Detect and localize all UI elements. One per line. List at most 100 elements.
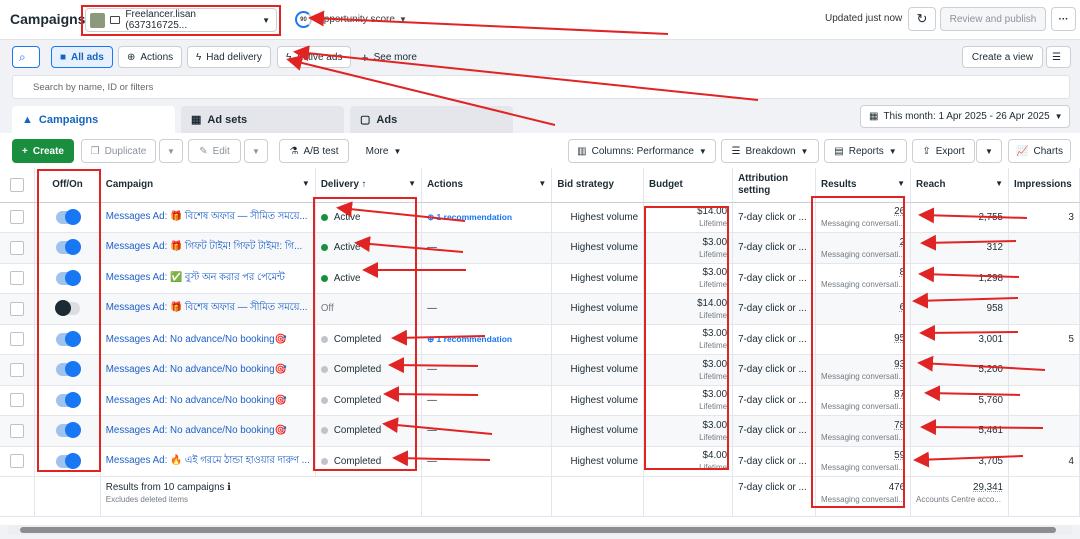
bid-strategy: Highest volume — [551, 415, 645, 447]
col-reach[interactable]: Reach ▼ — [910, 168, 1009, 203]
scrollbar-thumb[interactable] — [20, 527, 1056, 533]
summary-sub: Excludes deleted items — [105, 495, 189, 504]
tab-campaigns[interactable]: ▲ Campaigns — [12, 106, 175, 133]
edit-button[interactable]: ✎ Edit — [188, 139, 241, 163]
select-all-checkbox[interactable] — [10, 177, 25, 192]
table-row[interactable]: Messages Ad: No advance/No booking🎯 Compl… — [0, 385, 1080, 416]
delivery-status: Active — [333, 242, 361, 254]
search-input[interactable]: Search by name, ID or filters — [12, 75, 1070, 99]
review-publish-button[interactable]: Review and publish — [940, 7, 1046, 31]
table-row[interactable]: Messages Ad: No advance/No booking🎯 Compl… — [0, 415, 1080, 447]
row-checkbox[interactable] — [10, 362, 25, 377]
breakdown-icon: ☰ — [731, 145, 741, 157]
breakdown-button[interactable]: ☰ Breakdown ▼ — [721, 139, 819, 163]
edit-dropdown[interactable]: ▼ — [244, 139, 268, 163]
recommendation-link[interactable]: ⊕ 1 recommendation — [427, 334, 512, 344]
row-checkbox[interactable] — [10, 423, 25, 438]
campaign-name-link[interactable]: Messages Ad: 🎁 গিফট টাইম! গিফট টাইম!: গি… — [106, 241, 303, 252]
col-delivery[interactable]: Delivery ↑ ▼ — [315, 168, 423, 203]
col-attribution[interactable]: Attribution setting — [732, 168, 816, 203]
lightning-icon: ϟ — [196, 51, 202, 63]
campaign-toggle[interactable] — [55, 208, 81, 225]
chevron-down-icon: ▼ — [800, 146, 809, 156]
columns-button[interactable]: ▥ Columns: Performance ▼ — [568, 139, 716, 163]
filter-all-ads-label: All ads — [71, 51, 104, 63]
row-checkbox[interactable] — [10, 240, 25, 255]
campaign-name-link[interactable]: Messages Ad: No advance/No booking🎯 — [106, 425, 287, 436]
create-button[interactable]: + Create — [12, 139, 74, 163]
col-campaign[interactable]: Campaign ▼ — [100, 168, 316, 203]
col-impressions[interactable]: Impressions — [1008, 168, 1080, 203]
col-budget[interactable]: Budget — [643, 168, 734, 203]
filter-all-ads[interactable]: ■ All ads — [51, 46, 113, 68]
charts-button[interactable]: 📈 Charts — [1008, 139, 1071, 163]
export-dropdown[interactable]: ▼ — [976, 139, 1002, 163]
campaign-name-link[interactable]: Messages Ad: No advance/No booking🎯 — [106, 364, 287, 375]
table-row[interactable]: Messages Ad: 🎁 বিশেষ অফার — সীমিত সময়ে.… — [0, 293, 1080, 325]
table-row[interactable]: Messages Ad: 🔥 এই গরমে ঠান্ডা হাওয়ার দা… — [0, 446, 1080, 477]
campaign-toggle[interactable] — [55, 422, 81, 439]
row-checkbox[interactable] — [10, 210, 25, 225]
campaign-toggle[interactable] — [55, 391, 81, 408]
row-checkbox[interactable] — [10, 271, 25, 286]
duplicate-button[interactable]: ❐ Duplicate — [81, 139, 156, 163]
table-row[interactable]: Messages Ad: No advance/No booking🎯 Compl… — [0, 324, 1080, 355]
campaign-name-link[interactable]: Messages Ad: ✅ বুস্ট অন করার পর পেমেন্ট — [106, 272, 285, 283]
refresh-button[interactable]: ↻ — [908, 7, 936, 31]
create-label: Create — [32, 145, 64, 157]
ab-test-button[interactable]: ⚗ A/B test — [279, 139, 349, 163]
table-row[interactable]: Messages Ad: ✅ বুস্ট অন করার পর পেমেন্ট A… — [0, 263, 1080, 294]
campaign-toggle[interactable] — [55, 269, 81, 286]
results-type: Messaging conversati... — [821, 432, 906, 442]
table-row[interactable]: Messages Ad: No advance/No booking🎯 Compl… — [0, 354, 1080, 386]
row-checkbox[interactable] — [10, 393, 25, 408]
campaign-toggle[interactable] — [54, 300, 80, 317]
col-results[interactable]: Results ▼ — [815, 168, 912, 203]
reports-button[interactable]: ▤ Reports ▼ — [824, 139, 907, 163]
date-range-picker[interactable]: ▦ This month: 1 Apr 2025 - 26 Apr 2025 ▼ — [860, 105, 1070, 128]
campaign-name-link[interactable]: Messages Ad: 🔥 এই গরমে ঠান্ডা হাওয়ার দা… — [106, 455, 310, 466]
filter-had-delivery[interactable]: ϟ Had delivery — [187, 46, 271, 68]
filter-had-delivery-label: Had delivery — [206, 51, 262, 63]
campaign-toggle[interactable] — [55, 330, 81, 347]
tab-ads[interactable]: ▢ Ads — [350, 106, 513, 133]
impressions-value: 3 — [1008, 202, 1080, 233]
campaign-name-link[interactable]: Messages Ad: 🎁 বিশেষ অফার — সীমিত সময়ে.… — [106, 211, 308, 222]
reach-value: 958 — [910, 293, 1009, 325]
search-toggle-button[interactable]: ⌕ — [12, 46, 40, 68]
duplicate-dropdown[interactable]: ▼ — [159, 139, 183, 163]
campaign-name-link[interactable]: Messages Ad: No advance/No booking🎯 — [106, 334, 287, 345]
lightning-icon: ϟ — [286, 51, 292, 63]
campaign-toggle[interactable] — [55, 239, 81, 256]
filter-actions[interactable]: ⊕ Actions — [118, 46, 183, 68]
table-row[interactable]: Messages Ad: 🎁 বিশেষ অফার — সীমিত সময়ে.… — [0, 202, 1080, 233]
opportunity-score[interactable]: 90 Opportunity score ▼ — [295, 11, 407, 28]
see-more-filters[interactable]: + See more — [353, 46, 425, 68]
chevron-down-icon: ▼ — [167, 146, 175, 156]
refresh-icon: ↻ — [916, 11, 928, 26]
select-all-cell[interactable] — [0, 168, 36, 203]
table-row[interactable]: Messages Ad: 🎁 গিফট টাইম! গিফট টাইম!: গি… — [0, 232, 1080, 264]
export-button[interactable]: ⇪ Export — [912, 139, 975, 163]
row-checkbox[interactable] — [10, 454, 25, 469]
horizontal-scrollbar[interactable] — [8, 525, 1072, 535]
row-checkbox[interactable] — [10, 332, 25, 347]
reach-value: 312 — [910, 232, 1009, 264]
col-bid[interactable]: Bid strategy — [551, 168, 645, 203]
col-actions[interactable]: Actions ▼ — [421, 168, 553, 203]
filter-active-ads[interactable]: ϟ Active ads — [277, 46, 352, 68]
settings-button[interactable]: ☰ — [1046, 46, 1071, 68]
chevron-down-icon: ▼ — [393, 146, 402, 156]
more-button[interactable]: More ▼ — [356, 139, 411, 163]
campaign-name-link[interactable]: Messages Ad: 🎁 বিশেষ অফার — সীমিত সময়ে.… — [106, 302, 308, 313]
row-checkbox[interactable] — [10, 301, 25, 316]
campaign-toggle[interactable] — [55, 452, 81, 469]
recommendation-link[interactable]: ⊕ 1 recommendation — [427, 212, 512, 222]
more-options-button[interactable]: ··· — [1051, 7, 1076, 31]
impressions-value: 5 — [1008, 324, 1080, 355]
account-selector[interactable]: Freelancer.lisan (637316725... ▼ — [85, 8, 277, 32]
campaign-toggle[interactable] — [55, 361, 81, 378]
tab-adsets[interactable]: ▦ Ad sets — [181, 106, 344, 133]
create-view-button[interactable]: Create a view — [962, 46, 1043, 68]
campaign-name-link[interactable]: Messages Ad: No advance/No booking🎯 — [106, 395, 287, 406]
